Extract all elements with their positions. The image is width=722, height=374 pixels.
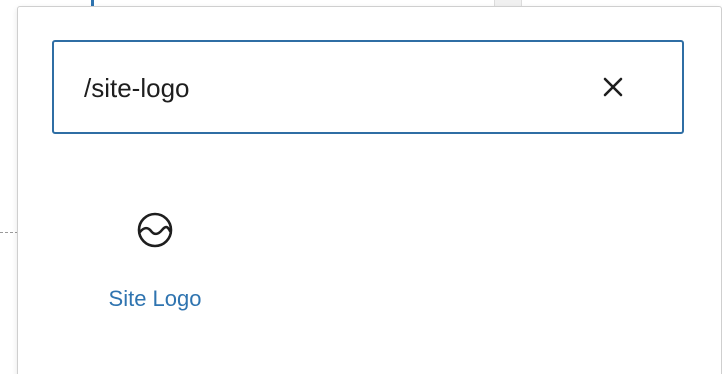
- block-search-input[interactable]: /site-logo: [84, 66, 190, 110]
- block-result-site-logo[interactable]: Site Logo: [85, 190, 225, 330]
- block-search-box[interactable]: /site-logo: [52, 40, 684, 134]
- site-logo-icon: [137, 212, 173, 248]
- background-dashed-outline: [0, 232, 18, 233]
- clear-search-button[interactable]: [596, 70, 630, 104]
- close-icon: [603, 77, 623, 97]
- block-result-label: Site Logo: [108, 286, 202, 311]
- editor-canvas: /site-logo Site Logo: [0, 0, 722, 374]
